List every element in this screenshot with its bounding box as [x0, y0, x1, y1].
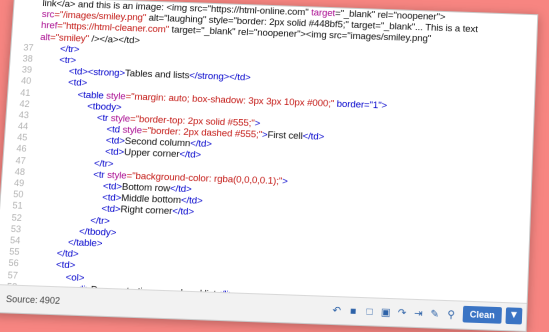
code-token: </td>: [302, 130, 325, 143]
code-token: style: [105, 90, 126, 102]
line-number: [14, 8, 36, 9]
line-number: 43: [18, 109, 30, 121]
line-number: 52: [11, 212, 23, 223]
line-number: 53: [10, 223, 22, 235]
arrow-icon[interactable]: ▼: [505, 307, 523, 325]
code-token: href: [40, 20, 58, 32]
line-number: 48: [14, 166, 26, 177]
code-token: First cell: [267, 129, 303, 143]
line-number: 54: [9, 234, 21, 246]
save-icon[interactable]: ■: [346, 304, 360, 318]
source-label: Source:: [5, 293, 39, 306]
source-counter: Source:4902: [4, 294, 61, 306]
code-token: style: [122, 124, 143, 137]
code-token: >: [281, 175, 288, 188]
undo-icon[interactable]: ↶: [330, 304, 344, 318]
code-token: style: [106, 169, 127, 182]
line-number: 57: [7, 269, 19, 281]
line-number: 51: [12, 200, 23, 212]
line-number: 42: [19, 98, 30, 109]
line-number: 50: [12, 189, 24, 200]
line-number: 55: [8, 246, 20, 258]
line-number: 39: [21, 64, 33, 75]
code-token: style: [110, 112, 131, 125]
code-token: src: [41, 9, 55, 21]
code-token: </td>: [171, 206, 195, 219]
code-token: </td>: [169, 183, 192, 196]
comment-icon[interactable]: ✎: [428, 307, 442, 321]
code-token: </td>: [189, 138, 213, 151]
code-editor: link</a> and this is an image: <img src=…: [0, 0, 539, 332]
paste-icon[interactable]: ▣: [379, 305, 393, 319]
redo-icon[interactable]: ↷: [395, 306, 409, 320]
code-token: target: [310, 7, 336, 20]
line-number: [13, 31, 35, 32]
code-token: </td>: [180, 195, 203, 208]
clean-button[interactable]: Clean: [462, 305, 502, 324]
code-token: >: [254, 117, 261, 130]
line-number: 56: [8, 257, 20, 269]
code-area[interactable]: link</a> and this is an image: <img src=…: [0, 0, 537, 304]
line-number: 49: [13, 177, 25, 189]
line-number: 38: [22, 53, 34, 64]
line-number: 44: [17, 120, 29, 132]
line-number: 45: [16, 132, 28, 143]
line-number: [13, 19, 35, 20]
indent-icon[interactable]: ⇥: [412, 307, 426, 321]
code-token: </td>: [179, 149, 202, 162]
line-number: 46: [16, 143, 27, 155]
search-icon[interactable]: ⚲: [444, 308, 458, 322]
line-number: 41: [20, 87, 31, 98]
source-count: 4902: [39, 294, 61, 307]
copy-icon[interactable]: □: [363, 305, 377, 319]
line-number: 40: [20, 75, 32, 87]
line-number: 47: [15, 154, 27, 166]
line-number: 37: [23, 42, 34, 53]
